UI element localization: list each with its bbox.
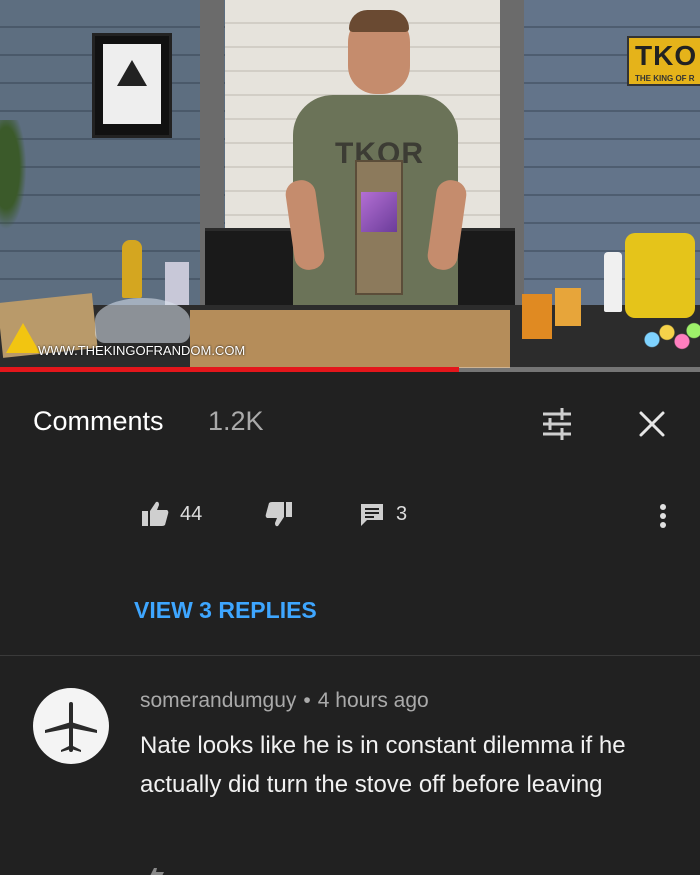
comment-actions-partial — [140, 862, 540, 875]
like-count: 44 — [180, 502, 203, 525]
airplane-icon — [45, 702, 97, 752]
wall-logo: TKO THE KING OF R — [627, 36, 700, 86]
food-can — [522, 294, 552, 339]
view-replies-link[interactable]: VIEW 3 REPLIES — [134, 597, 317, 624]
video-watermark: WWW.THEKINGOFRANDOM.COM — [38, 343, 246, 358]
plastic-dome — [95, 298, 190, 343]
avatar[interactable] — [33, 688, 109, 764]
like-button[interactable]: 44 — [140, 500, 202, 528]
meta-separator: • — [303, 689, 311, 712]
reply-button[interactable]: 3 — [358, 500, 407, 528]
yellow-vise — [625, 233, 695, 318]
plant — [0, 120, 30, 240]
comment-time: 4 hours ago — [317, 689, 429, 712]
video-player[interactable]: TKO THE KING OF R TKOR WWW.THEKINGOFRAND… — [0, 0, 700, 372]
sort-filter-button[interactable] — [535, 402, 579, 446]
thumbs-up-icon — [142, 501, 169, 526]
close-icon — [639, 411, 665, 437]
comments-header: Comments 1.2K — [0, 372, 700, 468]
comment-text: Nate looks like he is in constant dilemm… — [140, 732, 626, 798]
reply-comment-icon — [361, 504, 383, 526]
wall-logo-text: TKO — [635, 40, 698, 71]
close-comments-button[interactable] — [630, 402, 674, 446]
reply-count: 3 — [396, 502, 408, 525]
wall-logo-subtext: THE KING OF R — [635, 74, 695, 83]
warning-logo-icon — [6, 323, 40, 353]
trophy — [122, 240, 142, 298]
comment-options-button[interactable] — [648, 498, 678, 534]
comment-meta: somerandumguy • 4 hours ago — [140, 689, 429, 713]
comments-count: 1.2K — [208, 406, 264, 436]
presenter-hair — [349, 10, 409, 32]
cardboard-sheet — [190, 310, 510, 368]
thumbs-up-icon — [150, 868, 164, 875]
more-vertical-icon — [660, 504, 666, 528]
spray-bottle — [604, 252, 622, 312]
dislike-button[interactable] — [264, 500, 294, 528]
comment-divider — [0, 655, 700, 656]
thumbs-down-icon — [265, 502, 292, 527]
comments-title: Comments — [33, 406, 164, 436]
comment-author[interactable]: somerandumguy — [140, 689, 296, 712]
wall-poster — [92, 33, 172, 138]
treat-box — [555, 288, 581, 326]
toy-balls — [640, 318, 700, 354]
jar — [165, 262, 189, 307]
previous-comment-actions: 44 3 — [0, 480, 700, 560]
product-package — [355, 160, 403, 295]
sliders-icon — [543, 408, 571, 440]
